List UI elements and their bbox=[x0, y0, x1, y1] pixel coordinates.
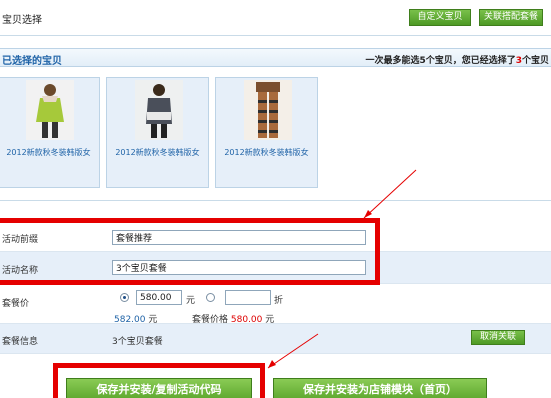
selected-items-list: 2012新款秋冬装韩版女 2012新款秋冬装韩版女 2012新款秋冬装韩版女 bbox=[0, 75, 551, 190]
package-info-row: 套餐信息 3个宝贝套餐 取消关联 bbox=[0, 324, 551, 354]
discount-unit: 折 bbox=[274, 296, 284, 306]
product-card[interactable]: 2012新款秋冬装韩版女 bbox=[215, 77, 318, 188]
cancel-relation-button[interactable]: 取消关联 bbox=[471, 330, 525, 345]
hint-suffix: 个宝贝 bbox=[521, 56, 549, 66]
package-info-value: 3个宝贝套餐 bbox=[112, 337, 163, 347]
package-info-label: 套餐信息 bbox=[2, 337, 39, 347]
product-caption[interactable]: 2012新款秋冬装韩版女 bbox=[107, 147, 208, 158]
product-image bbox=[26, 80, 74, 140]
highlight-box-button bbox=[53, 363, 265, 398]
discount-mode-radio[interactable] bbox=[206, 293, 215, 302]
product-image bbox=[244, 80, 292, 140]
discount-input[interactable] bbox=[225, 290, 271, 305]
package-price-input[interactable] bbox=[136, 290, 182, 305]
selection-hint: 一次最多能选5个宝贝，您已经选择了3个宝贝 bbox=[365, 53, 549, 66]
package-price-row: 套餐价 元 折 582.00 元 套餐价格 580.00 元 bbox=[0, 284, 551, 325]
custom-item-button[interactable]: 自定义宝贝 bbox=[409, 9, 471, 26]
hint-prefix: 一次最多能选5个宝贝，您已经选择了 bbox=[365, 56, 516, 66]
page-title: 宝贝选择 bbox=[2, 15, 42, 26]
section-divider bbox=[0, 200, 551, 201]
save-as-shop-module-button[interactable]: 保存并安装为店铺模块（首页） bbox=[273, 378, 487, 398]
package-price-label: 套餐价 bbox=[2, 299, 30, 309]
product-card[interactable]: 2012新款秋冬装韩版女 bbox=[0, 77, 100, 188]
price-mode-radio[interactable] bbox=[120, 293, 129, 302]
product-caption[interactable]: 2012新款秋冬装韩版女 bbox=[0, 147, 99, 158]
relate-package-button[interactable]: 关联搭配套餐 bbox=[479, 9, 543, 26]
top-bar: 宝贝选择 自定义宝贝 关联搭配套餐 bbox=[0, 0, 551, 36]
selected-items-header: 已选择的宝贝 一次最多能选5个宝贝，您已经选择了3个宝贝 bbox=[0, 48, 551, 67]
highlight-box-form bbox=[0, 218, 380, 285]
price-unit: 元 bbox=[186, 296, 196, 306]
product-card[interactable]: 2012新款秋冬装韩版女 bbox=[106, 77, 209, 188]
product-image bbox=[135, 80, 183, 140]
product-caption[interactable]: 2012新款秋冬装韩版女 bbox=[216, 147, 317, 158]
selected-items-title: 已选择的宝贝 bbox=[2, 56, 62, 67]
